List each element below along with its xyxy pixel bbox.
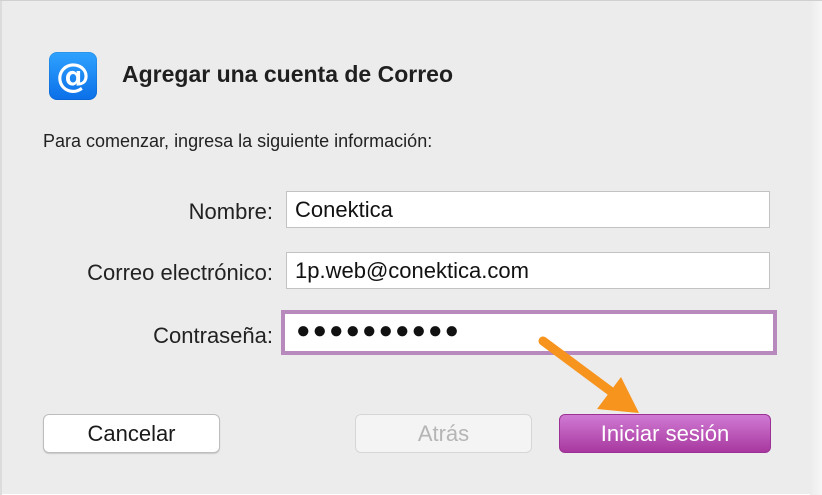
name-label: Nombre: [188, 199, 273, 224]
cancel-button[interactable]: Cancelar [43, 414, 220, 453]
password-field[interactable]: ●●●●●●●●●● [281, 310, 777, 355]
email-label: Correo electrónico: [87, 260, 273, 285]
intro-text: Para comenzar, ingresa la siguiente info… [43, 131, 433, 151]
dialog-left-edge [0, 1, 2, 495]
name-field[interactable]: Conektica [286, 191, 770, 228]
dialog-right-edge [810, 1, 822, 495]
email-field[interactable]: 1p.web@conektica.com [286, 252, 770, 289]
mail-at-icon: @ [49, 52, 97, 100]
password-label: Contraseña: [153, 323, 273, 348]
add-mail-account-dialog: @ Agregar una cuenta de Correo Para come… [0, 0, 822, 495]
orange-arrow-icon [538, 336, 639, 413]
back-button[interactable]: Atrás [355, 414, 532, 453]
dialog-title: Agregar una cuenta de Correo [122, 61, 454, 87]
